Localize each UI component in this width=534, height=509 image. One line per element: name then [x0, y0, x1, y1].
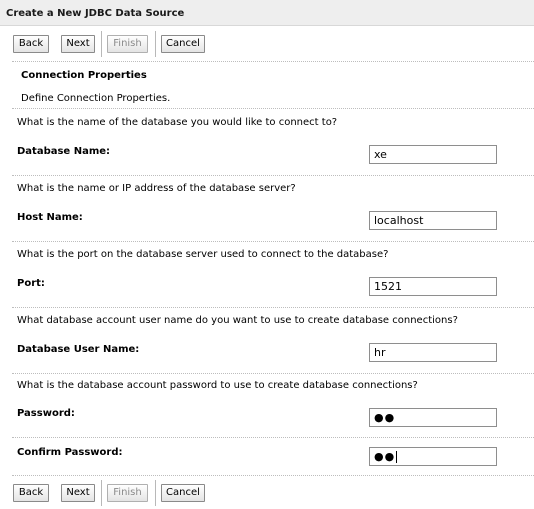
- host-name-question: What is the name or IP address of the da…: [17, 183, 296, 194]
- password-question: What is the database account password to…: [17, 380, 418, 391]
- divider: [12, 108, 534, 109]
- database-name-field[interactable]: xe: [369, 145, 497, 164]
- host-name-label: Host Name:: [17, 212, 83, 223]
- button-separator: [101, 31, 102, 57]
- section-description: Define Connection Properties.: [21, 93, 171, 104]
- password-label: Password:: [17, 408, 75, 419]
- back-button[interactable]: Back: [13, 484, 49, 502]
- confirm-password-value: ●●: [374, 450, 396, 463]
- next-button[interactable]: Next: [61, 484, 95, 502]
- section-title: Connection Properties: [21, 70, 147, 81]
- divider: [12, 307, 534, 308]
- window-title: Create a New JDBC Data Source: [6, 8, 185, 19]
- user-name-label: Database User Name:: [17, 344, 140, 355]
- user-name-question: What database account user name do you w…: [17, 315, 458, 326]
- confirm-password-field[interactable]: ●●: [369, 447, 497, 466]
- cancel-button[interactable]: Cancel: [161, 484, 205, 502]
- next-button[interactable]: Next: [61, 35, 95, 53]
- back-button[interactable]: Back: [13, 35, 49, 53]
- finish-button[interactable]: Finish: [107, 484, 148, 502]
- host-name-field[interactable]: localhost: [369, 211, 497, 230]
- database-name-label: Database Name:: [17, 146, 111, 157]
- divider: [12, 373, 534, 374]
- finish-button[interactable]: Finish: [107, 35, 148, 53]
- user-name-field[interactable]: hr: [369, 343, 497, 362]
- divider: [12, 475, 534, 476]
- button-separator: [155, 31, 156, 57]
- password-field[interactable]: ●●: [369, 408, 497, 427]
- text-cursor: [396, 451, 398, 463]
- divider: [12, 437, 534, 438]
- database-name-question: What is the name of the database you wou…: [17, 117, 338, 128]
- button-separator: [155, 480, 156, 506]
- cancel-button[interactable]: Cancel: [161, 35, 205, 53]
- divider: [12, 61, 534, 62]
- port-label: Port:: [17, 278, 45, 289]
- port-question: What is the port on the database server …: [17, 249, 389, 260]
- divider: [12, 175, 534, 176]
- confirm-password-label: Confirm Password:: [17, 447, 123, 458]
- button-separator: [101, 480, 102, 506]
- title-bar: Create a New JDBC Data Source: [0, 0, 534, 26]
- divider: [12, 241, 534, 242]
- port-field[interactable]: 1521: [369, 277, 497, 296]
